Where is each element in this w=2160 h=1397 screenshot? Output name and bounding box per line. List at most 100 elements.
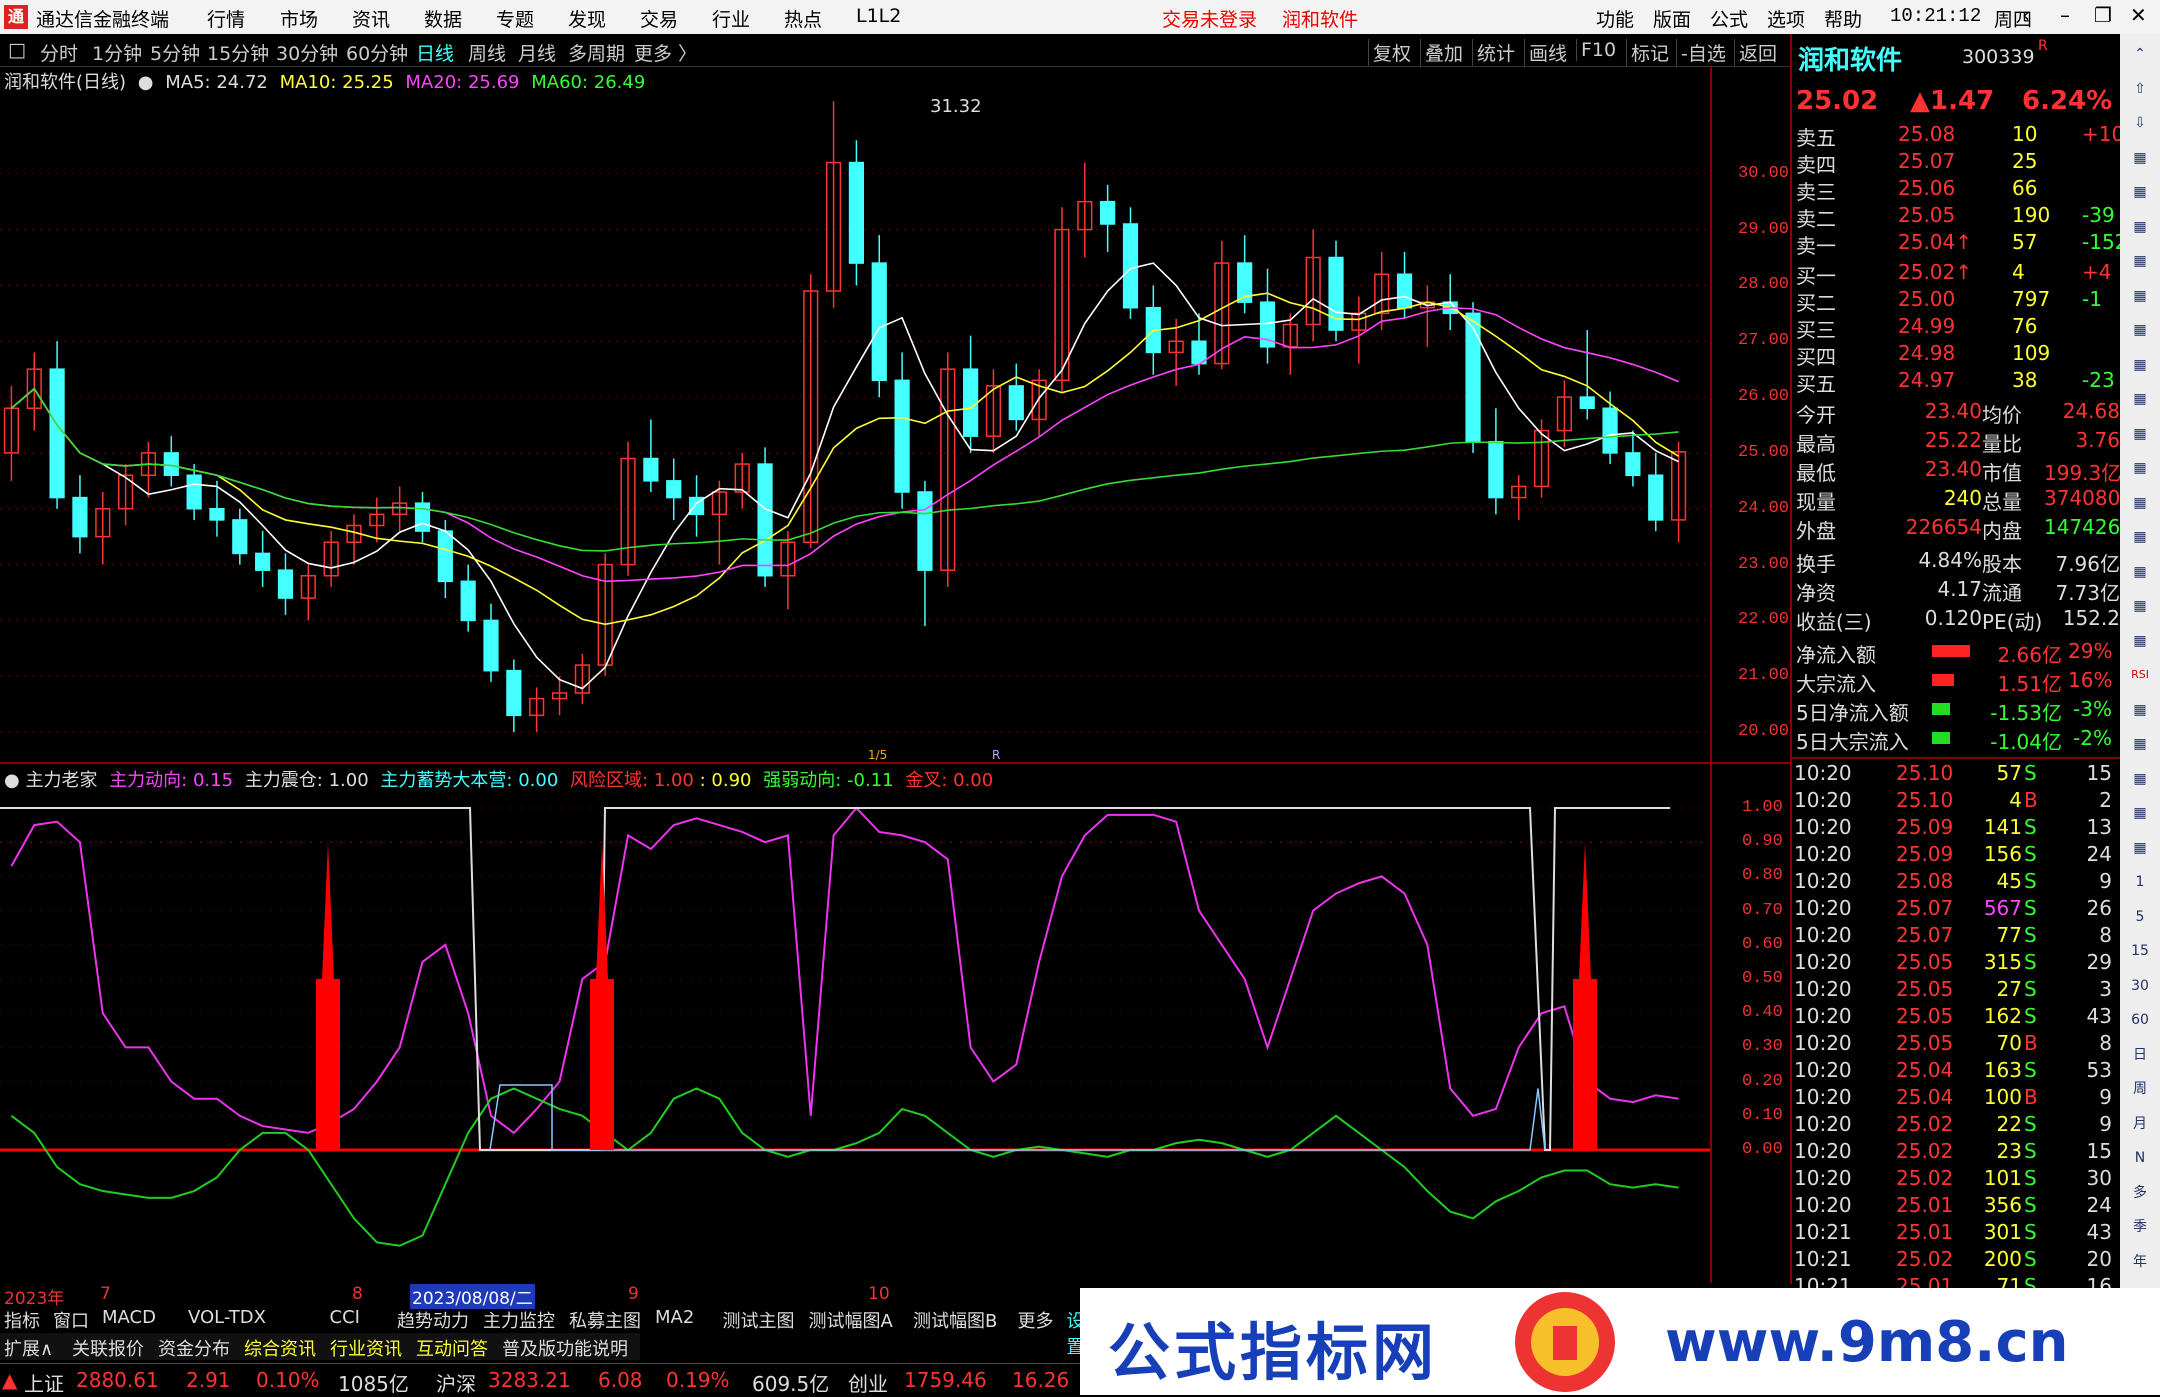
chart-icon[interactable]: ▦	[2128, 629, 2152, 653]
tab-more[interactable]: 更多 〉	[634, 39, 697, 66]
tab-15min[interactable]: 15分钟	[207, 39, 269, 66]
trade-login-status[interactable]: 交易未登录	[1162, 5, 1257, 32]
stat-row[interactable]: 最高 25.22 量比 3.76	[1792, 428, 2122, 456]
bid-row[interactable]: 买三 24.99 76	[1792, 314, 2122, 342]
menu-hangye[interactable]: 行业	[712, 5, 750, 32]
chart-icon[interactable]: ▦	[2128, 698, 2152, 722]
fuquan-button[interactable]: 复权	[1368, 39, 1415, 66]
menu-hangqing[interactable]: 行情	[207, 5, 245, 32]
menu-banmian[interactable]: 版面	[1653, 5, 1691, 32]
tab-60min[interactable]: 60分钟	[346, 39, 408, 66]
period-29-icon[interactable]: 日	[2128, 1043, 2152, 1067]
indicator-tab[interactable]: 指标	[4, 1307, 40, 1333]
indicator-tab[interactable]: 窗口	[53, 1307, 89, 1333]
ask-row[interactable]: 卖四 25.07 25	[1792, 149, 2122, 177]
tab-1min[interactable]: 1分钟	[92, 39, 142, 66]
period-34-icon[interactable]: 季	[2128, 1215, 2152, 1239]
bid-row[interactable]: 买一 25.02↑ 4 +4	[1792, 260, 2122, 288]
indicator-tab[interactable]: 测试幅图A	[809, 1307, 893, 1333]
chart-icon[interactable]: ▦	[2128, 801, 2152, 825]
tab-fenshi[interactable]: 分时	[40, 39, 78, 66]
index-sh-label[interactable]: 上证	[24, 1368, 64, 1397]
tab-month[interactable]: 月线	[518, 39, 556, 66]
chart-icon[interactable]: ▦	[2128, 456, 2152, 480]
period-35-icon[interactable]: 年	[2128, 1250, 2152, 1274]
f10-button[interactable]: F10	[1576, 39, 1620, 61]
tick-row[interactable]: 10:20 25.07 77 S 8	[1792, 923, 2122, 950]
menu-faxian[interactable]: 发现	[568, 5, 606, 32]
flow-row[interactable]: 5日大宗流入 -1.04亿 -2%	[1792, 726, 2122, 754]
menu-jiaoyi[interactable]: 交易	[640, 5, 678, 32]
indicator-tab[interactable]: 趋势动力	[397, 1307, 469, 1333]
menu-xuanxiang[interactable]: 选项	[1767, 5, 1805, 32]
tick-row[interactable]: 10:20 25.04 100 B 9	[1792, 1085, 2122, 1112]
stat2-row[interactable]: 净资 4.17 流通 7.73亿	[1792, 577, 2122, 605]
chart-icon[interactable]: ▦	[2128, 387, 2152, 411]
period-32-icon[interactable]: N	[2128, 1146, 2152, 1170]
tick-row[interactable]: 10:20 25.05 27 S 3	[1792, 977, 2122, 1004]
event-mark[interactable]: R	[992, 748, 1000, 762]
indicator-tab[interactable]: CCI	[330, 1307, 360, 1328]
minimize-icon[interactable]: –	[2060, 3, 2070, 27]
period-25-icon[interactable]: 5	[2128, 905, 2152, 929]
down-arrow-icon[interactable]: ⇩	[2128, 111, 2152, 135]
tab-week[interactable]: 周线	[468, 39, 506, 66]
period-24-icon[interactable]: 1	[2128, 870, 2152, 894]
menu-zixun[interactable]: 资讯	[352, 5, 390, 32]
ext-tab[interactable]: 普及版功能说明	[502, 1335, 628, 1361]
menu-redian[interactable]: 热点	[784, 5, 822, 32]
ext-tab[interactable]: 关联报价	[72, 1335, 144, 1361]
candlestick-chart[interactable]	[0, 90, 1710, 760]
chart-icon[interactable]: ▦	[2128, 249, 2152, 273]
chart-icon[interactable]: ▦	[2128, 767, 2152, 791]
menu-gongneng[interactable]: 功能	[1596, 5, 1634, 32]
up-arrow-icon[interactable]: ⌃	[2128, 42, 2152, 66]
indicator-tab[interactable]: 私募主图	[569, 1307, 641, 1333]
tick-row[interactable]: 10:20 25.10 57 S 15	[1792, 761, 2122, 788]
chart-icon[interactable]: ▦	[2128, 560, 2152, 584]
fanhui-button[interactable]: 返回	[1734, 39, 1781, 66]
chart-icon[interactable]: ▦	[2128, 215, 2152, 239]
indicator-chart[interactable]	[0, 790, 1710, 1280]
ask-row[interactable]: 卖一 25.04↑ 57 -152	[1792, 230, 2127, 258]
tab-multi-period[interactable]: 多周期	[568, 39, 625, 66]
ask-row[interactable]: 卖二 25.05 190 -39	[1792, 203, 2122, 231]
indicator-tab[interactable]: MA2	[655, 1307, 694, 1328]
menu-gongshi[interactable]: 公式	[1710, 5, 1748, 32]
indicator-tab[interactable]: 测试幅图B	[913, 1307, 997, 1333]
stat2-row[interactable]: 换手 4.84% 股本 7.96亿	[1792, 548, 2122, 576]
tick-row[interactable]: 10:20 25.04 163 S 53	[1792, 1058, 2122, 1085]
huaxian-button[interactable]: 画线	[1524, 39, 1571, 66]
zixuan-button[interactable]: -自选	[1676, 39, 1730, 66]
index-cy-label[interactable]: 创业	[848, 1368, 888, 1397]
close-icon[interactable]: ✕	[2130, 3, 2147, 27]
tick-row[interactable]: 10:20 25.09 141 S 13	[1792, 815, 2122, 842]
diejia-button[interactable]: 叠加	[1420, 39, 1467, 66]
period-30-icon[interactable]: 周	[2128, 1077, 2152, 1101]
indicator-tab[interactable]: 测试主图	[723, 1307, 795, 1333]
stat2-row[interactable]: 收益(三) 0.120 PE(动) 152.2	[1792, 606, 2122, 634]
tongji-button[interactable]: 统计	[1472, 39, 1519, 66]
bid-row[interactable]: 买二 25.00 797 -1	[1792, 287, 2122, 315]
tick-row[interactable]: 10:20 25.02 23 S 15	[1792, 1139, 2122, 1166]
chart-icon[interactable]: ▦	[2128, 353, 2152, 377]
tick-row[interactable]: 10:20 25.08 45 S 9	[1792, 869, 2122, 896]
back-arrow-icon[interactable]: ‹	[2022, 3, 2030, 27]
ext-tab[interactable]: 综合资讯	[244, 1335, 316, 1361]
stat-row[interactable]: 现量 240 总量 374080	[1792, 486, 2122, 514]
chart-icon[interactable]: ▦	[2128, 491, 2152, 515]
period-26-icon[interactable]: 15	[2128, 939, 2152, 963]
chart-icon[interactable]: ▦	[2128, 525, 2152, 549]
period-27-icon[interactable]: 30	[2128, 974, 2152, 998]
menu-shuju[interactable]: 数据	[424, 5, 462, 32]
menu-l1l2[interactable]: L1L2	[856, 5, 901, 27]
dropdown-icon[interactable]: □	[8, 39, 26, 61]
tab-30min[interactable]: 30分钟	[276, 39, 338, 66]
tick-row[interactable]: 10:20 25.05 70 B 8	[1792, 1031, 2122, 1058]
ext-tab[interactable]: 行业资讯	[330, 1335, 402, 1361]
ext-tab[interactable]: 资金分布	[158, 1335, 230, 1361]
tick-row[interactable]: 10:20 25.10 4 B 2	[1792, 788, 2122, 815]
tick-row[interactable]: 10:20 25.05 315 S 29	[1792, 950, 2122, 977]
chart-icon[interactable]: ▦	[2128, 318, 2152, 342]
bid-row[interactable]: 买四 24.98 109	[1792, 341, 2122, 369]
